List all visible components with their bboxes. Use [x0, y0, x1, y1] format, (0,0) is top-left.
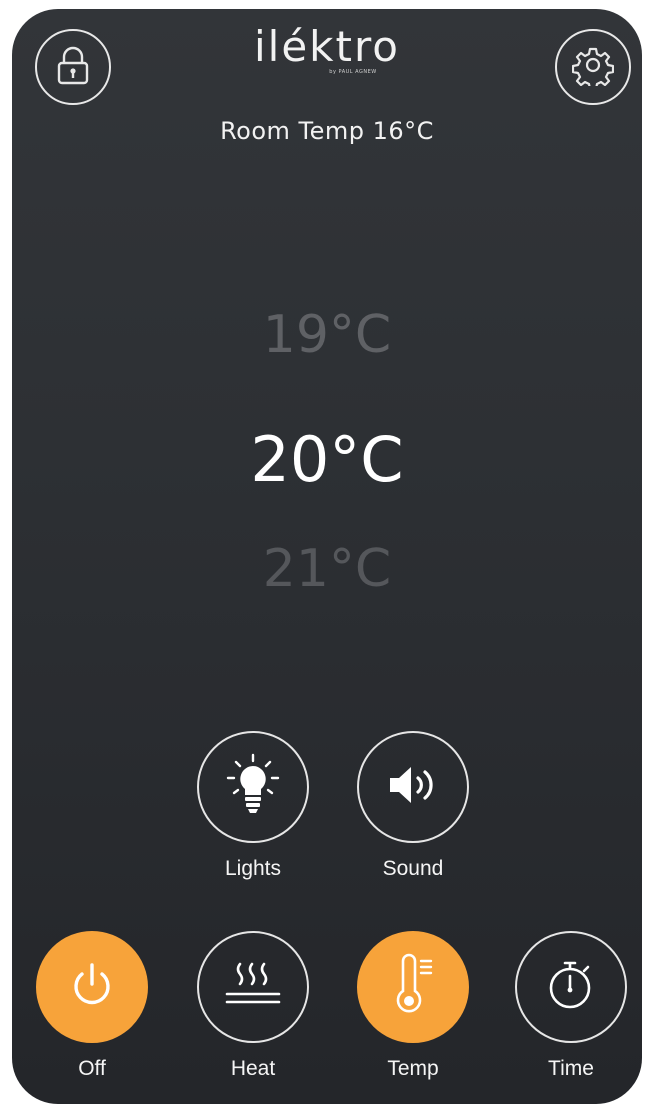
app-screen: iléktro by PAUL AGNEW Room Temp 16°C 19°…: [12, 9, 642, 1104]
lights-button[interactable]: Lights: [194, 731, 312, 881]
gear-icon: [571, 44, 615, 91]
temp-option-selected[interactable]: 20°C: [12, 423, 642, 496]
heat-circle[interactable]: [197, 931, 309, 1043]
speaker-icon: [386, 763, 440, 811]
temp-option-next[interactable]: 21°C: [12, 539, 642, 599]
off-circle[interactable]: [36, 931, 148, 1043]
lights-circle[interactable]: [197, 731, 309, 843]
off-label: Off: [78, 1057, 106, 1080]
sound-button[interactable]: Sound: [354, 731, 472, 881]
settings-button[interactable]: [555, 29, 631, 105]
temp-label: Temp: [387, 1057, 439, 1080]
sound-label: Sound: [382, 857, 444, 880]
heat-label: Heat: [230, 1057, 276, 1080]
stopwatch-icon: [546, 958, 596, 1016]
room-temperature: Room Temp 16°C: [220, 117, 434, 145]
lights-label: Lights: [224, 857, 282, 880]
thermometer-icon: [391, 953, 435, 1021]
time-circle[interactable]: [515, 931, 627, 1043]
heat-waves-icon: [223, 960, 283, 1014]
time-button[interactable]: Time: [512, 931, 630, 1081]
off-button[interactable]: Off: [33, 931, 151, 1081]
temp-button[interactable]: Temp: [354, 931, 472, 1081]
bulb-icon: [223, 753, 283, 821]
temp-option-previous[interactable]: 19°C: [12, 305, 642, 365]
heat-button[interactable]: Heat: [194, 931, 312, 1081]
brand-logo: iléktro by PAUL AGNEW: [12, 22, 642, 76]
power-icon: [67, 960, 117, 1014]
brand-name: iléktro: [253, 22, 400, 71]
sound-circle[interactable]: [357, 731, 469, 843]
temp-circle[interactable]: [357, 931, 469, 1043]
time-label: Time: [548, 1057, 594, 1080]
